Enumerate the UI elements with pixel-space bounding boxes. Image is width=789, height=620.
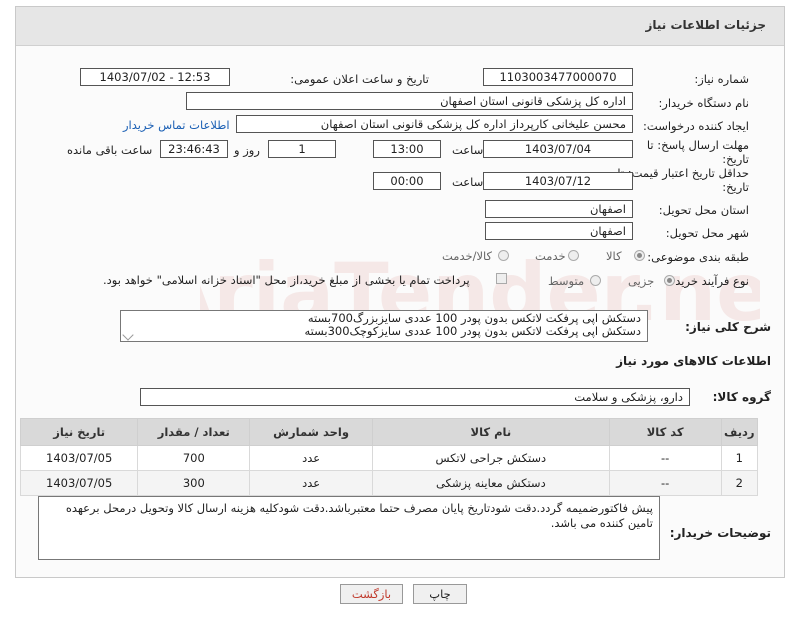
delivery-province-field: اصفهان bbox=[485, 200, 633, 218]
announce-datetime-field: 1403/07/02 - 12:53 bbox=[80, 68, 230, 86]
process-option-medium: متوسط bbox=[548, 274, 585, 288]
price-validity-label: حداقل تاریخ اعتبار قیمت: تا bbox=[617, 166, 749, 180]
cell-name: دستکش معاینه پزشکی bbox=[371, 470, 610, 496]
delivery-province-label: استان محل تحویل: bbox=[658, 203, 749, 217]
panel-header: جزئیات اطلاعات نیاز bbox=[16, 7, 784, 46]
summary-line: دستکش اپی پرفکت لاتکس بدون پودر 100 عددی… bbox=[304, 324, 641, 338]
treasury-payment-checkbox[interactable] bbox=[496, 273, 507, 284]
buyer-org-field: اداره کل پزشکی قانونی استان اصفهان bbox=[186, 92, 633, 110]
goods-table: ردیف کد کالا نام کالا واحد شمارش تعداد /… bbox=[19, 418, 759, 496]
goods-group-label: گروه کالا: bbox=[712, 390, 771, 404]
summary-textarea[interactable]: دستکش اپی پرفکت لاتکس بدون پودر 100 عددی… bbox=[120, 310, 648, 342]
cell-code: -- bbox=[608, 445, 722, 471]
requester-label: ایجاد کننده درخواست: bbox=[643, 119, 749, 133]
time-remaining-field: 23:46:43 bbox=[160, 140, 228, 158]
buyer-contact-link[interactable]: اطلاعات تماس خریدار bbox=[123, 118, 230, 132]
table-header-row: ردیف کد کالا نام کالا واحد شمارش تعداد /… bbox=[19, 418, 759, 446]
days-remaining-field: 1 bbox=[268, 140, 336, 158]
cell-name: دستکش جراحی لاتکس bbox=[371, 445, 610, 471]
reply-deadline-time-field: 13:00 bbox=[373, 140, 441, 158]
reply-deadline-time-label: ساعت bbox=[452, 143, 484, 157]
reply-deadline-label-date: تاریخ: bbox=[722, 152, 749, 166]
delivery-city-field: اصفهان bbox=[485, 222, 633, 240]
price-validity-time-label: ساعت bbox=[452, 175, 484, 189]
col-header-unit: واحد شمارش bbox=[249, 418, 373, 446]
back-button[interactable]: بازگشت bbox=[340, 584, 403, 604]
table-row: 2 -- دستکش معاینه پزشکی عدد 300 1403/07/… bbox=[19, 470, 759, 496]
cell-row: 1 bbox=[720, 445, 759, 471]
need-number-field: 1103003477000070 bbox=[483, 68, 633, 86]
cell-row: 2 bbox=[720, 470, 759, 496]
process-radio-minor[interactable] bbox=[664, 275, 675, 286]
reply-deadline-date-field: 1403/07/04 bbox=[483, 140, 633, 158]
col-header-name: نام کالا bbox=[371, 418, 610, 446]
print-button[interactable]: چاپ bbox=[413, 584, 467, 604]
buyer-notes-textarea[interactable]: پیش فاکتورضمیمه گردد.دقت شودتاریخ پایان … bbox=[38, 496, 660, 560]
cell-date: 1403/07/05 bbox=[19, 445, 139, 471]
price-validity-time-field: 00:00 bbox=[373, 172, 441, 190]
time-remaining-label: ساعت باقی مانده bbox=[67, 143, 153, 157]
announce-datetime-label: تاریخ و ساعت اعلان عمومی: bbox=[290, 72, 429, 86]
buyer-notes-label: توضیحات خریدار: bbox=[669, 526, 771, 540]
category-option-goods: کالا bbox=[606, 249, 622, 263]
cell-code: -- bbox=[608, 470, 722, 496]
page-title: جزئیات اطلاعات نیاز bbox=[645, 18, 766, 32]
col-header-date: تاریخ نیاز bbox=[19, 418, 139, 446]
category-radio-goods[interactable] bbox=[634, 250, 645, 261]
summary-label: شرح کلی نیاز: bbox=[685, 320, 771, 334]
price-validity-label-date: تاریخ: bbox=[722, 180, 749, 194]
col-header-row: ردیف bbox=[720, 418, 759, 446]
cell-unit: عدد bbox=[249, 445, 373, 471]
process-type-label: نوع فرآیند خرید : bbox=[667, 274, 749, 288]
category-option-service: خدمت bbox=[535, 249, 566, 263]
cell-unit: عدد bbox=[249, 470, 373, 496]
treasury-payment-note: پرداخت تمام یا بخشی از مبلغ خرید،از محل … bbox=[103, 273, 470, 287]
days-label: روز و bbox=[234, 143, 260, 157]
category-label: طبقه بندی موضوعی: bbox=[647, 250, 749, 264]
cell-date: 1403/07/05 bbox=[19, 470, 139, 496]
cell-qty: 300 bbox=[137, 470, 251, 496]
requester-field: محسن علیخانی کارپرداز اداره کل پزشکی قان… bbox=[236, 115, 633, 133]
delivery-city-label: شهر محل تحویل: bbox=[665, 226, 749, 240]
category-radio-service[interactable] bbox=[568, 250, 579, 261]
goods-group-field: دارو، پزشکی و سلامت bbox=[140, 388, 690, 406]
buyer-org-label: نام دستگاه خریدار: bbox=[658, 96, 749, 110]
process-radio-medium[interactable] bbox=[590, 275, 601, 286]
reply-deadline-label: مهلت ارسال پاسخ: تا bbox=[646, 138, 749, 152]
col-header-qty: تعداد / مقدار bbox=[137, 418, 251, 446]
process-option-minor: جزیی bbox=[628, 274, 655, 288]
price-validity-date-field: 1403/07/12 bbox=[483, 172, 633, 190]
goods-section-title: اطلاعات کالاهای مورد نیاز bbox=[616, 354, 771, 368]
need-number-label: شماره نیاز: bbox=[694, 72, 749, 86]
category-option-goods-service: کالا/خدمت bbox=[442, 249, 493, 263]
cell-qty: 700 bbox=[137, 445, 251, 471]
table-row: 1 -- دستکش جراحی لاتکس عدد 700 1403/07/0… bbox=[19, 445, 759, 471]
col-header-code: کد کالا bbox=[608, 418, 722, 446]
category-radio-goods-service[interactable] bbox=[498, 250, 509, 261]
